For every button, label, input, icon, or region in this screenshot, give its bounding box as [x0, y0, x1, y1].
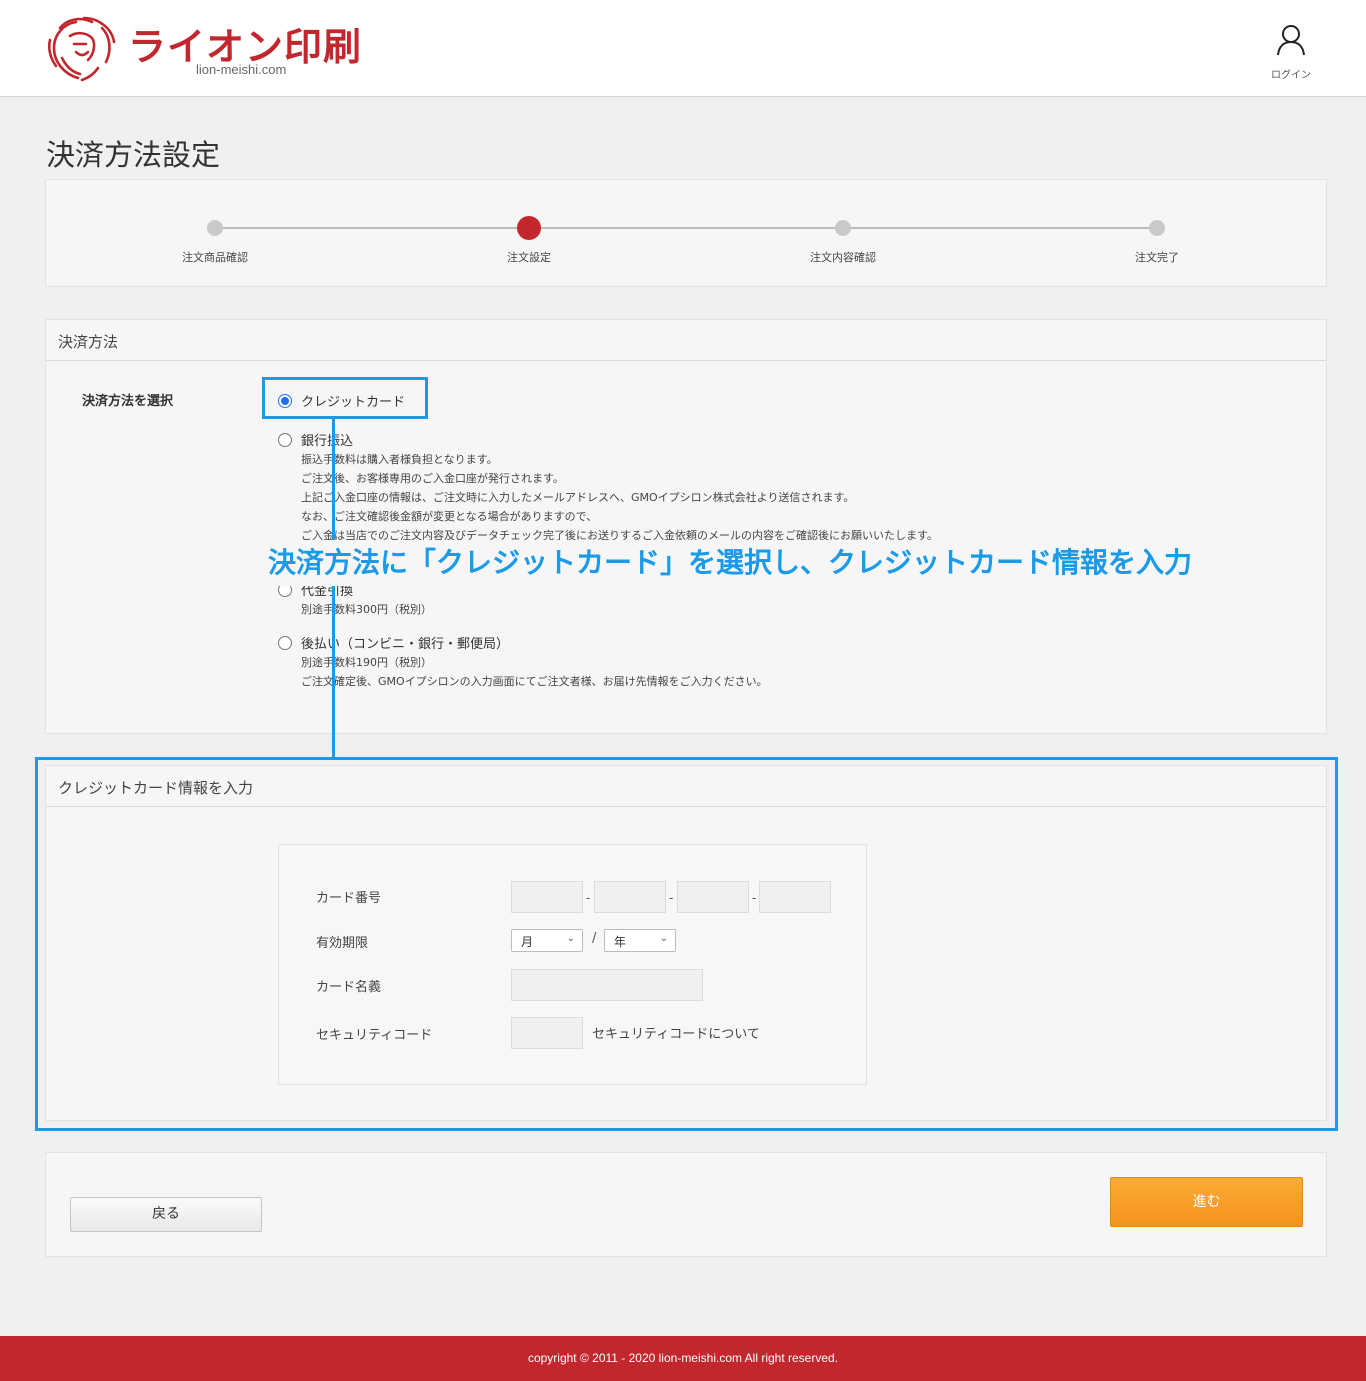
step-label: 注文設定 — [507, 251, 551, 264]
card-number-separator: - — [669, 891, 674, 905]
card-holder-input[interactable] — [511, 969, 703, 1001]
expiry-separator: / — [592, 931, 597, 946]
option-title: クレジットカード — [301, 395, 406, 410]
option-description: 別途手数料190円（税別） ご注文確定後、GMOイプシロンの入力画面にてご注文者… — [301, 653, 768, 691]
desc-line: 別途手数料300円（税別） — [301, 603, 432, 616]
lion-logo-icon — [47, 16, 116, 82]
chevron-down-icon: ⌄ — [566, 933, 575, 944]
back-button[interactable]: 戻る — [70, 1197, 262, 1232]
option-description: 振込手数料は購入者様負担となります。 ご注文後、お客様専用のご入金口座が発行され… — [301, 450, 938, 545]
copyright-text: copyright © 2011 - 2020 lion-meishi.com … — [527, 1351, 839, 1365]
action-bar: 戻る 進む — [45, 1152, 1327, 1257]
step-order-complete: 注文完了 — [1097, 218, 1217, 265]
expiry-year-value: 年 — [614, 935, 627, 949]
step-label: 注文商品確認 — [182, 251, 248, 264]
step-order-settings: 注文設定 — [469, 216, 589, 265]
login-label: ログイン — [1271, 70, 1311, 81]
expiry-label: 有効期限 — [316, 936, 369, 951]
credit-card-heading: クレジットカード情報を入力 — [46, 766, 1326, 807]
card-number-input-4[interactable] — [759, 881, 831, 913]
step-dot — [207, 220, 223, 236]
payment-method-heading: 決済方法 — [46, 320, 1326, 361]
step-dot — [1149, 220, 1165, 236]
expiry-month-value: 月 — [521, 935, 534, 949]
card-number-label: カード番号 — [316, 891, 382, 906]
credit-card-panel: クレジットカード情報を入力 カード番号 - - - 有効期限 月 ⌄ / 年 ⌄… — [45, 765, 1327, 1121]
site-logo[interactable]: ライオン印刷 lion-meishi.com — [46, 14, 376, 84]
desc-line: ご注文後、お客様専用のご入金口座が発行されます。 — [301, 472, 564, 485]
step-order-review: 注文内容確認 — [783, 218, 903, 265]
expiry-year-select[interactable]: 年 ⌄ — [604, 929, 676, 952]
desc-line: 別途手数料190円（税別） — [301, 656, 432, 669]
option-description: 別途手数料300円（税別） — [301, 600, 432, 619]
site-footer: copyright © 2011 - 2020 lion-meishi.com … — [0, 1336, 1366, 1381]
desc-line: 上記ご入金口座の情報は、ご注文時に入力したメールアドレスへ、GMOイプシロン株式… — [301, 491, 855, 504]
desc-line: なお、ご注文確認後金額が変更となる場合がありますので、 — [301, 510, 598, 523]
progress-line — [216, 227, 1159, 229]
desc-line: 振込手数料は購入者様負担となります。 — [301, 453, 498, 466]
card-number-input-1[interactable] — [511, 881, 583, 913]
card-number-input-2[interactable] — [594, 881, 666, 913]
option-title: 銀行振込 — [301, 434, 354, 449]
card-number-input-3[interactable] — [677, 881, 749, 913]
card-number-separator: - — [752, 891, 757, 905]
step-label: 注文内容確認 — [810, 251, 876, 264]
radio-credit-card[interactable] — [278, 394, 292, 408]
card-holder-label: カード名義 — [316, 980, 382, 995]
payment-method-panel: 決済方法 決済方法を選択 クレジットカード 銀行振込 振込手数料は購入者様負担と… — [45, 319, 1327, 734]
annotation-callout: 決済方法に「クレジットカード」を選択し、クレジットカード情報を入力 — [262, 540, 1272, 586]
step-order-items-confirm: 注文商品確認 — [155, 218, 275, 265]
security-code-input[interactable] — [511, 1017, 583, 1049]
chevron-down-icon: ⌄ — [659, 933, 668, 944]
site-header: ライオン印刷 lion-meishi.com ログイン — [0, 0, 1366, 97]
security-code-label: セキュリティコード — [316, 1028, 433, 1043]
credit-card-form: カード番号 - - - 有効期限 月 ⌄ / 年 ⌄ カード名義 セキュリティコ… — [278, 844, 867, 1085]
annotation-connector-line — [332, 418, 335, 760]
page-title: 決済方法設定 — [46, 138, 221, 172]
step-dot — [835, 220, 851, 236]
card-number-separator: - — [586, 891, 591, 905]
security-code-help-link[interactable]: セキュリティコードについて — [592, 1023, 760, 1042]
payment-select-label: 決済方法を選択 — [82, 394, 174, 409]
desc-line: ご注文確定後、GMOイプシロンの入力画面にてご注文者様、お届け先情報をご入力くだ… — [301, 675, 768, 688]
brand-domain: lion-meishi.com — [196, 62, 287, 77]
expiry-month-select[interactable]: 月 ⌄ — [511, 929, 583, 952]
radio-deferred-payment[interactable] — [278, 636, 292, 650]
step-label: 注文完了 — [1135, 251, 1179, 264]
order-progress-steps: 注文商品確認 注文設定 注文内容確認 注文完了 — [45, 179, 1327, 287]
login-button[interactable]: ログイン — [1262, 24, 1320, 88]
radio-bank-transfer[interactable] — [278, 433, 292, 447]
step-dot-current — [517, 216, 541, 240]
user-icon — [1277, 25, 1305, 56]
next-button[interactable]: 進む — [1110, 1177, 1303, 1227]
